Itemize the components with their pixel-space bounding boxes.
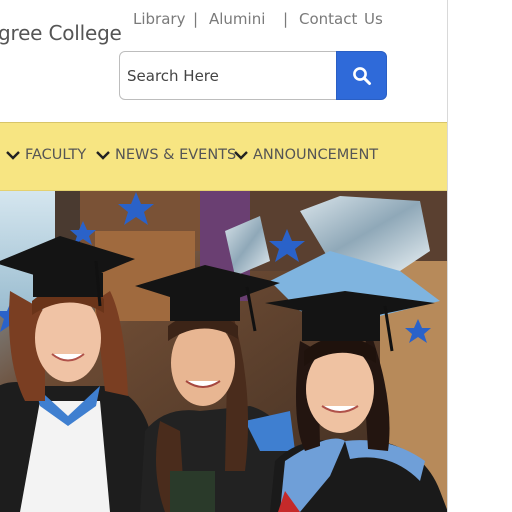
alumini-link[interactable]: Alumini bbox=[209, 10, 265, 28]
chevron-down-icon bbox=[234, 151, 248, 160]
link-separator: | bbox=[193, 10, 199, 28]
main-navigation: FACULTY NEWS & EVENTS ANNOUNCEMENT bbox=[0, 122, 447, 191]
library-link[interactable]: Library bbox=[133, 10, 185, 28]
search-icon bbox=[352, 66, 371, 85]
website-viewport: gree College Library | Alumini | Contact… bbox=[0, 0, 448, 512]
contact-us-link[interactable]: Us bbox=[364, 10, 383, 28]
nav-label: NEWS & EVENTS bbox=[115, 147, 237, 163]
college-name: gree College bbox=[0, 21, 122, 45]
chevron-down-icon bbox=[96, 151, 110, 160]
nav-label: ANNOUNCEMENT bbox=[253, 147, 379, 163]
site-header: gree College Library | Alumini | Contact… bbox=[0, 0, 447, 122]
contact-link[interactable]: Contact bbox=[299, 10, 357, 28]
link-separator: | bbox=[283, 10, 289, 28]
graduates-photo bbox=[0, 191, 447, 512]
nav-faculty[interactable]: FACULTY bbox=[5, 144, 86, 166]
chevron-down-icon bbox=[6, 151, 20, 160]
search-bar bbox=[119, 51, 387, 100]
hero-image bbox=[0, 191, 447, 512]
nav-label: FACULTY bbox=[25, 147, 87, 163]
nav-announcement[interactable]: ANNOUNCEMENT bbox=[233, 144, 378, 166]
search-input[interactable] bbox=[119, 51, 337, 100]
nav-news-events[interactable]: NEWS & EVENTS bbox=[95, 144, 236, 166]
search-button[interactable] bbox=[336, 51, 387, 100]
